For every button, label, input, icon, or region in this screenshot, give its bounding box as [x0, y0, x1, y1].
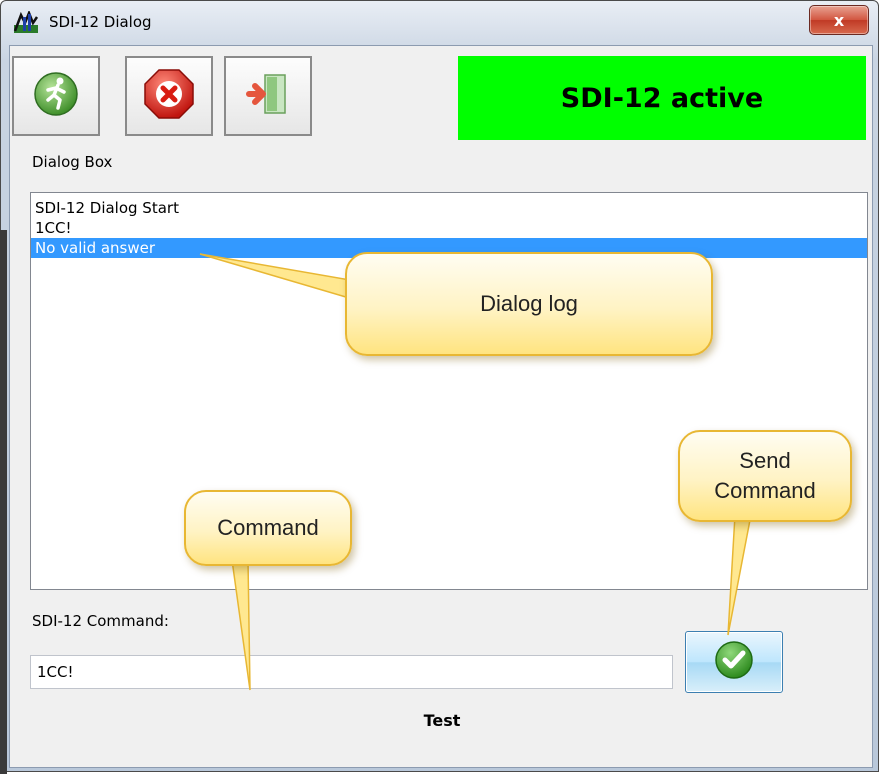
callout-text: Dialog log [480, 291, 578, 317]
status-indicator: SDI-12 active [458, 56, 866, 140]
exit-button[interactable] [224, 56, 312, 136]
list-item[interactable]: 1CC! [31, 218, 867, 238]
send-command-button[interactable] [685, 631, 783, 693]
callout-dialog-log: Dialog log [345, 252, 713, 356]
command-label: SDI-12 Command: [32, 612, 169, 630]
start-button[interactable] [12, 56, 100, 136]
exit-door-icon [245, 71, 291, 121]
callout-text: Command [714, 478, 816, 503]
callout-send-command: Send Command [678, 430, 852, 522]
title-bar: SDI-12 Dialog x [1, 1, 878, 45]
dialog-box-label: Dialog Box [32, 153, 113, 171]
footer-text: Test [423, 711, 461, 730]
window-edge [0, 230, 7, 774]
command-input[interactable] [30, 655, 673, 689]
window-title: SDI-12 Dialog [49, 13, 152, 31]
app-icon [13, 9, 39, 35]
callout-text: Send [739, 448, 791, 474]
callout-text: Command [217, 515, 319, 541]
check-icon [714, 640, 754, 684]
stop-x-icon [143, 68, 195, 124]
dialog-client-area: SDI-12 active Dialog Box SDI-12 Dialog S… [9, 45, 873, 768]
running-man-icon [32, 70, 80, 122]
stop-button[interactable] [125, 56, 213, 136]
close-icon: x [833, 10, 845, 30]
list-item[interactable]: SDI-12 Dialog Start [31, 198, 867, 218]
close-button[interactable]: x [809, 5, 869, 35]
callout-command: Command [184, 490, 352, 566]
